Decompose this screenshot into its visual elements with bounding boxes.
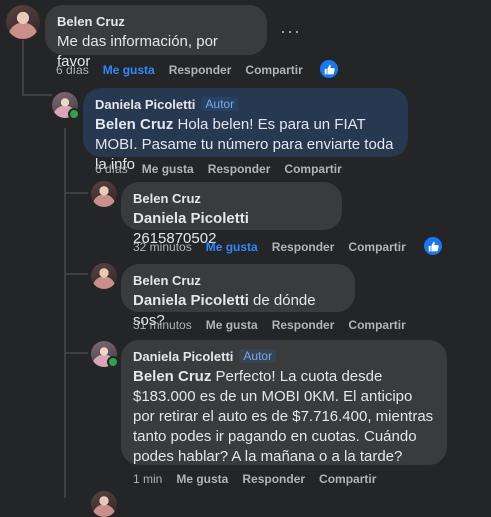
avatar[interactable] <box>6 5 40 39</box>
avatar[interactable] <box>91 263 117 289</box>
comment-actions: 32 minutos Me gusta Responder Compartir <box>133 239 406 255</box>
comment-actions: 6 días Me gusta Responder Compartir <box>95 161 342 177</box>
timestamp[interactable]: 1 min <box>133 472 162 486</box>
like-reaction-icon[interactable] <box>318 58 340 80</box>
comment-author[interactable]: Belen Cruz <box>133 191 201 206</box>
comment-author[interactable]: Belen Cruz <box>133 273 201 288</box>
comment-text: Belen Cruz Perfecto! La cuota desde $183… <box>133 368 434 465</box>
timestamp[interactable]: 6 días <box>56 63 89 77</box>
mention-link[interactable]: Belen Cruz <box>133 368 211 385</box>
thread-line <box>64 273 88 275</box>
share-button[interactable]: Compartir <box>319 472 376 486</box>
comment-bubble: Daniela Picoletti Autor Belen Cruz Hola … <box>83 88 408 173</box>
online-status-icon <box>68 108 80 120</box>
share-button[interactable]: Compartir <box>284 162 341 176</box>
like-button[interactable]: Me gusta <box>206 318 258 332</box>
comment-actions: 6 días Me gusta Responder Compartir <box>56 62 303 78</box>
author-badge: Autor <box>201 97 239 111</box>
comment-author[interactable]: Daniela Picoletti <box>95 97 195 112</box>
thread-line <box>64 352 88 354</box>
like-button[interactable]: Me gusta <box>206 240 258 254</box>
like-button[interactable]: Me gusta <box>103 63 155 77</box>
comment-bubble: Belen Cruz Me das información, por favor <box>45 5 267 70</box>
like-reaction-icon[interactable] <box>422 235 444 257</box>
thread-line <box>22 94 52 96</box>
more-options-icon[interactable]: ··· <box>280 22 301 40</box>
reply-button[interactable]: Responder <box>272 318 335 332</box>
comment-author[interactable]: Daniela Picoletti <box>133 349 233 364</box>
like-button[interactable]: Me gusta <box>176 472 228 486</box>
share-button[interactable]: Compartir <box>348 318 405 332</box>
reply-button[interactable]: Responder <box>208 162 271 176</box>
thread-line <box>64 192 88 194</box>
mention-link[interactable]: Belen Cruz <box>95 116 173 133</box>
thread-line <box>22 40 24 96</box>
timestamp[interactable]: 31 minutos <box>133 318 192 332</box>
share-button[interactable]: Compartir <box>348 240 405 254</box>
mention-link[interactable]: Daniela Picoletti <box>133 210 249 227</box>
comment-bubble: Belen Cruz Daniela Picoletti 2615870502 <box>121 182 342 247</box>
comment-actions: 31 minutos Me gusta Responder Compartir <box>133 317 406 333</box>
comment-bubble: Belen Cruz Daniela Picoletti de dónde so… <box>121 264 355 329</box>
timestamp[interactable]: 32 minutos <box>133 240 192 254</box>
reply-button[interactable]: Responder <box>272 240 335 254</box>
reply-button[interactable]: Responder <box>169 63 232 77</box>
comment-author[interactable]: Belen Cruz <box>57 14 125 29</box>
timestamp[interactable]: 6 días <box>95 162 128 176</box>
mention-link[interactable]: Daniela Picoletti <box>133 292 249 309</box>
online-status-icon <box>107 356 119 368</box>
avatar[interactable] <box>91 181 117 207</box>
reply-button[interactable]: Responder <box>242 472 305 486</box>
comment-bubble: Daniela Picoletti Autor Belen Cruz Perfe… <box>121 340 447 465</box>
author-badge: Autor <box>239 349 277 363</box>
share-button[interactable]: Compartir <box>245 63 302 77</box>
thread-line <box>64 128 66 498</box>
avatar[interactable] <box>91 491 117 517</box>
like-button[interactable]: Me gusta <box>142 162 194 176</box>
comment-actions: 1 min Me gusta Responder Compartir <box>133 471 376 487</box>
